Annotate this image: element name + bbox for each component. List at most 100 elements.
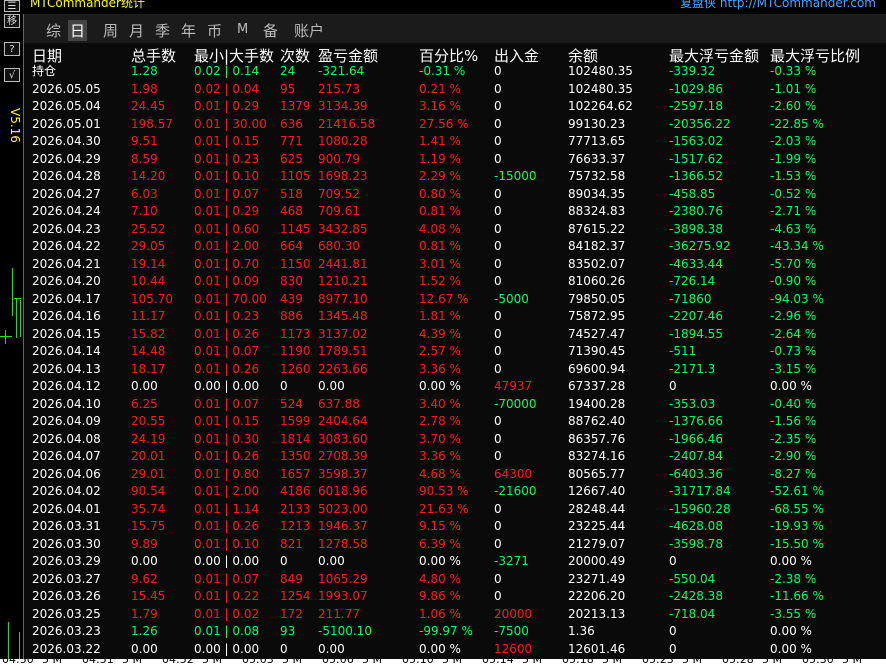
row-balance: 102480.35 [568, 64, 633, 78]
row-total-lots: 29.01 [131, 466, 166, 481]
table-row[interactable]: 2026.05.01 198.57 0.01 | 30.00 636 21416.58 2… [24, 116, 886, 134]
row-max-floating-loss: -36275.92 [669, 239, 731, 253]
row-min-max-lots: 0.01 | 0.29 [194, 99, 260, 113]
table-row[interactable]: 2026.04.01 35.74 0.01 | 1.14 2133 5023.00 21.… [24, 501, 886, 519]
table-row[interactable]: 2026.04.15 15.82 0.01 | 0.26 1173 3137.02 4.3… [24, 326, 886, 344]
row-date: 2026.04.15 [32, 326, 101, 341]
table-row[interactable]: 2026.04.12 0.00 0.00 | 0.00 0 0.00 0.00 % 4793… [24, 378, 886, 396]
table-row[interactable]: 2026.04.20 10.44 0.01 | 0.09 830 1210.21 1.52… [24, 273, 886, 291]
row-max-floating-loss: -1966.46 [669, 431, 723, 446]
time-axis: 04:50 5 M 04:51 5 M 04:52 5 M 05:03 5 M 05:06 5 M… [0, 659, 886, 665]
row-count: 1145 [280, 221, 311, 236]
row-balance: 76633.37 [568, 151, 626, 166]
row-pnl: 8977.10 [318, 291, 368, 306]
row-date: 2026.04.01 [32, 501, 101, 516]
table-row[interactable]: 2026.04.14 14.48 0.01 | 0.07 1190 1789.51 2.5… [24, 343, 886, 361]
row-balance: 81060.26 [568, 274, 626, 288]
row-percent: 0.81 % [419, 239, 461, 253]
row-count: 1657 [280, 466, 311, 481]
row-date: 2026.03.22 [32, 641, 101, 656]
table-row[interactable]: 持仓 1.28 0.02 | 0.14 24 -321.64 -0.31 % 0 102480… [24, 63, 886, 81]
table-row[interactable]: 2026.05.04 24.45 0.01 | 0.29 1379 3134.39 3.1… [24, 98, 886, 116]
tab-currency[interactable]: 币 [207, 20, 222, 41]
table-row[interactable]: 2026.03.27 9.62 0.01 | 0.07 849 1065.29 4.80 … [24, 571, 886, 589]
tab-week[interactable]: 周 [103, 20, 118, 41]
table-row[interactable]: 2026.04.21 19.14 0.01 | 0.70 1150 2441.81 3.0… [24, 256, 886, 274]
row-min-max-lots: 0.01 | 0.08 [194, 624, 260, 638]
help-icon[interactable]: ? [4, 42, 20, 56]
tab-summary[interactable]: 综 [46, 20, 61, 41]
table-row[interactable]: 2026.04.02 90.54 0.01 | 2.00 4186 6018.96 90.… [24, 483, 886, 501]
row-deposit-withdraw: 0 [494, 309, 502, 323]
table-row[interactable]: 2026.04.28 14.20 0.01 | 0.10 1105 1698.23 2.2… [24, 168, 886, 186]
row-balance: 12601.46 [568, 641, 626, 656]
row-max-floating-loss: 0 [669, 624, 677, 638]
row-count: 830 [280, 274, 303, 288]
table-row[interactable]: 2026.03.23 1.26 0.01 | 0.08 93 -5100.10 -99.9… [24, 623, 886, 641]
row-max-floating-loss: -458.85 [669, 186, 716, 201]
row-max-floating-loss: -1029.86 [669, 81, 723, 96]
time-axis-tick: 05:18 [562, 659, 594, 665]
tab-notes[interactable]: 备 [263, 20, 278, 41]
tab-m[interactable]: M [237, 22, 248, 37]
row-max-floating-loss-ratio: -2.60 % [770, 99, 817, 113]
check-icon[interactable]: √ [4, 68, 20, 82]
title-bar: ☰ MTCommander统计 复盘侠 http://MTCommander.c… [0, 0, 886, 14]
table-row[interactable]: 2026.03.22 0.00 0.00 | 0.00 0 0.00 0.00 % 1260… [24, 641, 886, 659]
table-row[interactable]: 2026.03.30 9.89 0.01 | 0.10 821 1278.58 6.39 … [24, 536, 886, 554]
row-max-floating-loss: -15960.28 [669, 501, 731, 516]
row-max-floating-loss-ratio: -4.63 % [770, 221, 817, 236]
table-row[interactable]: 2026.04.29 8.59 0.01 | 0.23 625 900.79 1.19 %… [24, 151, 886, 169]
row-total-lots: 15.82 [131, 326, 166, 341]
row-count: 625 [280, 151, 303, 166]
row-min-max-lots: 0.01 | 0.26 [194, 326, 260, 341]
row-max-floating-loss-ratio: -1.56 % [770, 414, 817, 428]
table-row[interactable]: 2026.03.26 15.45 0.01 | 0.22 1254 1993.07 9.8… [24, 588, 886, 606]
row-max-floating-loss-ratio: -0.40 % [770, 396, 817, 411]
tab-account[interactable]: 账户 [294, 20, 324, 41]
table-row[interactable]: 2026.04.13 18.17 0.01 | 0.26 1260 2263.66 3.3… [24, 361, 886, 379]
row-pnl: 2263.66 [318, 361, 368, 376]
tab-year[interactable]: 年 [181, 20, 196, 41]
row-count: 2133 [280, 501, 311, 516]
table-row[interactable]: 2026.04.22 29.05 0.01 | 2.00 664 680.30 0.81 … [24, 238, 886, 256]
table-row[interactable]: 2026.04.07 20.01 0.01 | 0.26 1350 2708.39 3.3… [24, 448, 886, 466]
row-pnl: 2441.81 [318, 256, 368, 271]
site-link[interactable]: 复盘侠 http://MTCommander.com [680, 0, 876, 11]
row-max-floating-loss: -4633.44 [669, 256, 723, 271]
row-pnl: 6018.96 [318, 484, 368, 498]
row-deposit-withdraw: -70000 [494, 396, 537, 411]
table-row[interactable]: 2026.04.30 9.51 0.01 | 0.15 771 1080.28 1.41 … [24, 133, 886, 151]
table-row[interactable]: 2026.03.25 1.79 0.01 | 0.02 172 211.77 1.06 %… [24, 606, 886, 624]
row-deposit-withdraw: -5000 [494, 291, 529, 306]
tab-day[interactable]: 日 [68, 20, 88, 41]
table-row[interactable]: 2026.04.27 6.03 0.01 | 0.07 518 709.52 0.80 %… [24, 186, 886, 204]
table-row[interactable]: 2026.04.09 20.55 0.01 | 0.15 1599 2404.64 2.7… [24, 413, 886, 431]
table-row[interactable]: 2026.03.31 15.75 0.01 | 0.26 1213 1946.37 9.1… [24, 518, 886, 536]
menu-icon[interactable]: ☰ [4, 0, 20, 12]
row-min-max-lots: 0.02 | 0.04 [194, 81, 260, 96]
row-max-floating-loss-ratio: -2.64 % [770, 326, 817, 341]
row-total-lots: 6.25 [131, 396, 158, 411]
table-row[interactable]: 2026.04.23 25.52 0.01 | 0.60 1145 3432.85 4.0… [24, 221, 886, 239]
table-row[interactable]: 2026.04.24 7.10 0.01 | 0.29 468 709.61 0.81 %… [24, 203, 886, 221]
table-row[interactable]: 2026.03.29 0.00 0.00 | 0.00 0 0.00 0.00 % -327… [24, 553, 886, 571]
row-max-floating-loss: 0 [669, 641, 677, 656]
row-total-lots: 14.20 [131, 169, 166, 183]
row-date: 2026.04.23 [32, 221, 101, 236]
row-percent: 1.19 % [419, 151, 461, 166]
row-count: 24 [280, 64, 296, 78]
table-row[interactable]: 2026.04.10 6.25 0.01 | 0.07 524 637.88 3.40 %… [24, 396, 886, 414]
table-row[interactable]: 2026.04.08 24.19 0.01 | 0.30 1814 3083.60 3.7… [24, 431, 886, 449]
table-row[interactable]: 2026.04.16 11.17 0.01 | 0.23 886 1345.48 1.81… [24, 308, 886, 326]
tab-month[interactable]: 月 [129, 20, 144, 41]
table-row[interactable]: 2026.05.05 1.98 0.02 | 0.04 95 215.73 0.21 % 0… [24, 81, 886, 99]
tab-quarter[interactable]: 季 [155, 20, 170, 41]
table-row[interactable]: 2026.04.17 105.70 0.01 | 70.00 439 8977.10 12… [24, 291, 886, 309]
row-deposit-withdraw: 0 [494, 449, 502, 463]
table-row[interactable]: 2026.04.06 29.01 0.01 | 0.80 1657 3598.37 4.6… [24, 466, 886, 484]
move-icon[interactable]: 移 [4, 14, 20, 28]
row-balance: 86357.76 [568, 431, 626, 446]
row-count: 1379 [280, 99, 311, 113]
row-date: 2026.03.25 [32, 606, 101, 621]
